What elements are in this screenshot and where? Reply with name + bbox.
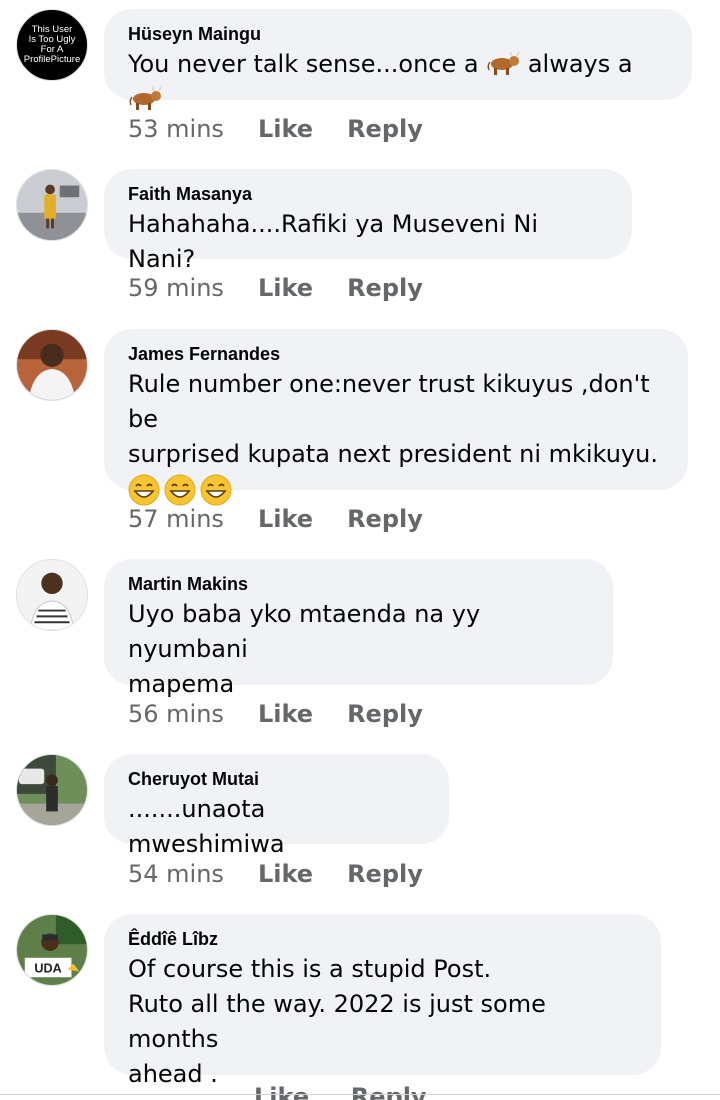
reply-button[interactable]: Reply <box>351 1083 427 1100</box>
grinning-face-icon <box>128 474 160 506</box>
comment-bubble: Êddîê Lîbz Of course this is a stupid Po… <box>104 914 661 1088</box>
reply-button[interactable]: Reply <box>347 115 423 143</box>
avatar-photo-icon: UDA <box>17 915 87 985</box>
like-button[interactable]: Like <box>258 700 313 728</box>
reply-button[interactable]: Reply <box>347 505 423 533</box>
avatar-photo-icon <box>17 755 87 825</box>
comment-actions: 54 mins Like Reply <box>128 859 457 889</box>
comment-timestamp[interactable]: 57 mins <box>128 505 224 533</box>
avatar-photo-icon <box>17 560 87 630</box>
avatar-photo-icon <box>17 330 87 400</box>
comment-text-part: You never talk sense...once a <box>128 50 487 78</box>
cow-emoji-icon <box>487 51 520 75</box>
comment-author[interactable]: Faith Masanya <box>128 181 608 207</box>
comment-bubble: Hüseyn Maingu You never talk sense...onc… <box>104 9 692 110</box>
comment-bubble: Faith Masanya Hahahaha....Rafiki ya Muse… <box>104 169 632 273</box>
comment-timestamp[interactable]: 59 mins <box>128 274 224 302</box>
comment-bubble: Martin Makins Uyo baba yko mtaenda na yy… <box>104 559 613 698</box>
avatar[interactable] <box>16 754 88 826</box>
comment-author[interactable]: Martin Makins <box>128 571 589 597</box>
comment-author[interactable]: James Fernandes <box>128 341 664 367</box>
like-button[interactable]: Like <box>258 860 313 888</box>
reply-button[interactable]: Reply <box>347 274 423 302</box>
comment-bubble: James Fernandes Rule number one:never tr… <box>104 329 688 506</box>
like-button[interactable]: Like <box>254 1083 309 1100</box>
avatar-badge-text: UDA <box>34 961 61 975</box>
comment-text: .......unaota mweshimiwa <box>128 795 285 858</box>
comment-text: Hahahaha....Rafiki ya Museveni Ni Nani? <box>128 210 546 273</box>
divider <box>0 1094 720 1095</box>
comment-author[interactable]: Hüseyn Maingu <box>128 21 668 47</box>
avatar-caption-line: ProfilePicture <box>23 54 81 65</box>
avatar[interactable]: UDA <box>16 914 88 986</box>
avatar[interactable] <box>16 559 88 631</box>
comment-text: Uyo baba yko mtaenda na yy nyumbani mape… <box>128 600 481 698</box>
comment-author[interactable]: Cheruyot Mutai <box>128 766 425 792</box>
comment-timestamp[interactable]: 56 mins <box>128 700 224 728</box>
comment-text: Of course this is a stupid Post. Ruto al… <box>128 955 546 1088</box>
comment-author[interactable]: Êddîê Lîbz <box>128 926 637 952</box>
comment-text: Rule number one:never trust kikuyus ,don… <box>128 370 658 468</box>
avatar[interactable] <box>16 329 88 401</box>
comment-actions-cutoff: Like Reply <box>128 1083 427 1100</box>
avatar[interactable]: This User Is Too Ugly For A ProfilePictu… <box>16 9 88 81</box>
comment-actions: 53 mins Like Reply <box>128 114 457 144</box>
grinning-face-icon <box>200 474 232 506</box>
comment-timestamp[interactable]: 54 mins <box>128 860 224 888</box>
comment-bubble: Cheruyot Mutai .......unaota mweshimiwa <box>104 754 449 858</box>
comment-actions: 57 mins Like Reply <box>128 504 457 534</box>
like-button[interactable]: Like <box>258 115 313 143</box>
reply-button[interactable]: Reply <box>347 860 423 888</box>
comment-text-part: always a <box>520 50 641 78</box>
grinning-face-icon <box>164 474 196 506</box>
comment-actions: 56 mins Like Reply <box>128 699 457 729</box>
cow-emoji-icon <box>129 86 162 110</box>
avatar[interactable] <box>16 169 88 241</box>
comment-actions: 59 mins Like Reply <box>128 273 457 303</box>
avatar-photo-icon <box>17 170 87 240</box>
like-button[interactable]: Like <box>258 274 313 302</box>
comment-timestamp[interactable]: 53 mins <box>128 115 224 143</box>
reply-button[interactable]: Reply <box>347 700 423 728</box>
comment-text: You never talk sense...once a always a <box>128 47 668 117</box>
like-button[interactable]: Like <box>258 505 313 533</box>
